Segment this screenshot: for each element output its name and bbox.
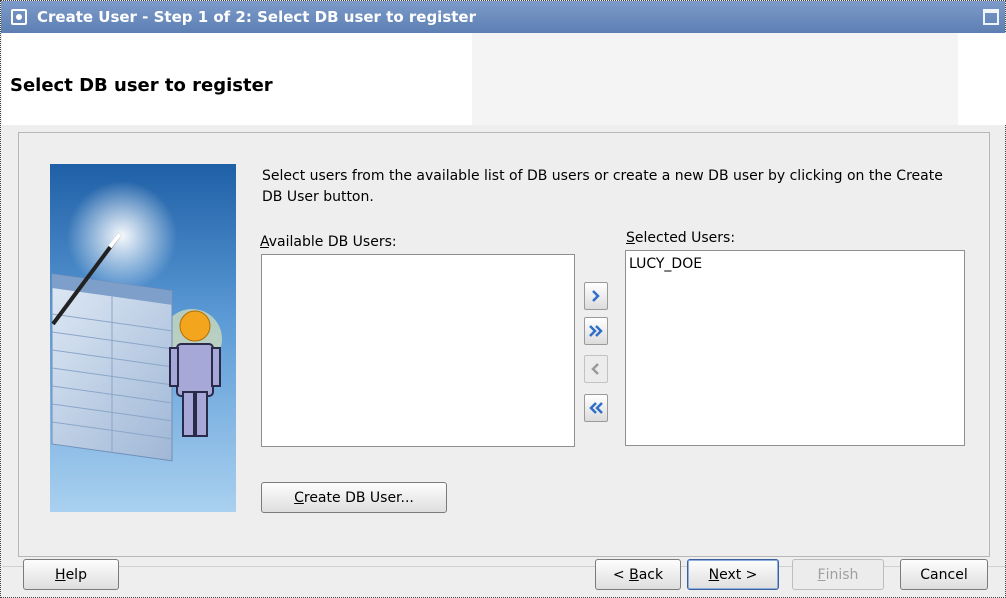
finish-button[interactable]: Finish [792,559,884,590]
help-button[interactable]: Help [23,559,119,590]
cancel-button[interactable]: Cancel [900,559,988,590]
window-title: Create User - Step 1 of 2: Select DB use… [37,8,476,26]
move-button[interactable] [584,282,608,310]
available-users-label: Available DB Users: [260,234,397,250]
list-item[interactable]: LUCY_DOE [626,251,964,277]
title-bar[interactable]: Create User - Step 1 of 2: Select DB use… [1,1,1005,33]
create-user-dialog: Create User - Step 1 of 2: Select DB use… [0,0,1006,598]
move-all-button[interactable] [584,317,608,345]
selected-users-list[interactable]: LUCY_DOE [625,250,965,446]
page-title: Select DB user to register [10,75,273,96]
available-users-list[interactable] [261,254,575,447]
next-button[interactable]: Next > [687,559,779,590]
remove-all-button[interactable] [584,394,608,422]
wizard-figure-graphic [51,181,222,462]
move-all-left-icon [589,402,603,414]
move-left-icon [591,363,599,375]
wizard-illustration [50,164,236,512]
create-db-user-button[interactable]: Create DB User... [261,482,447,513]
window-menu-icon[interactable] [11,9,27,25]
move-right-icon [592,290,600,302]
maximize-icon[interactable] [983,9,999,25]
back-button[interactable]: < Back [595,559,681,590]
instruction-text: Select users from the available list of … [262,168,943,205]
wizard-header: Select DB user to register [2,33,1006,125]
selected-users-label: Selected Users: [626,230,736,246]
remove-button[interactable] [584,355,608,383]
move-all-right-icon [589,325,603,337]
